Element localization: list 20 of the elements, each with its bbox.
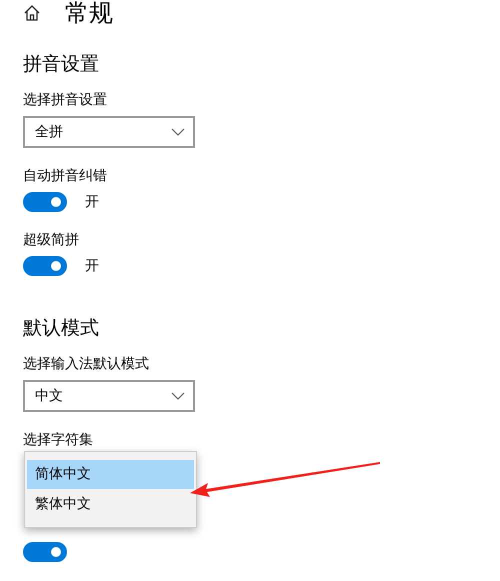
- page-title: 常规: [65, 0, 113, 27]
- menu-option[interactable]: 繁体中文: [27, 490, 194, 519]
- setting-label: 选择拼音设置: [23, 91, 108, 110]
- dropdown[interactable]: 中文: [23, 380, 195, 412]
- home-icon: [23, 4, 41, 22]
- section-heading: 默认模式: [23, 316, 100, 341]
- menu-option[interactable]: 简体中文: [27, 460, 194, 489]
- setting-label: 超级简拼: [23, 231, 80, 250]
- section-heading: 拼音设置: [23, 52, 100, 77]
- toggle-state-text: 开: [85, 193, 99, 211]
- chevron-down-icon: [171, 128, 185, 136]
- toggle-state-text: 开: [85, 257, 99, 275]
- toggle-switch[interactable]: [23, 192, 67, 212]
- chevron-down-icon: [171, 392, 185, 400]
- dropdown[interactable]: 全拼: [23, 116, 195, 148]
- setting-label: 自动拼音纠错: [23, 167, 108, 186]
- toggle-switch[interactable]: [23, 542, 67, 562]
- toggle-switch[interactable]: [23, 256, 67, 276]
- setting-label: 选择字符集: [23, 431, 94, 450]
- setting-label: 选择输入法默认模式: [23, 355, 150, 374]
